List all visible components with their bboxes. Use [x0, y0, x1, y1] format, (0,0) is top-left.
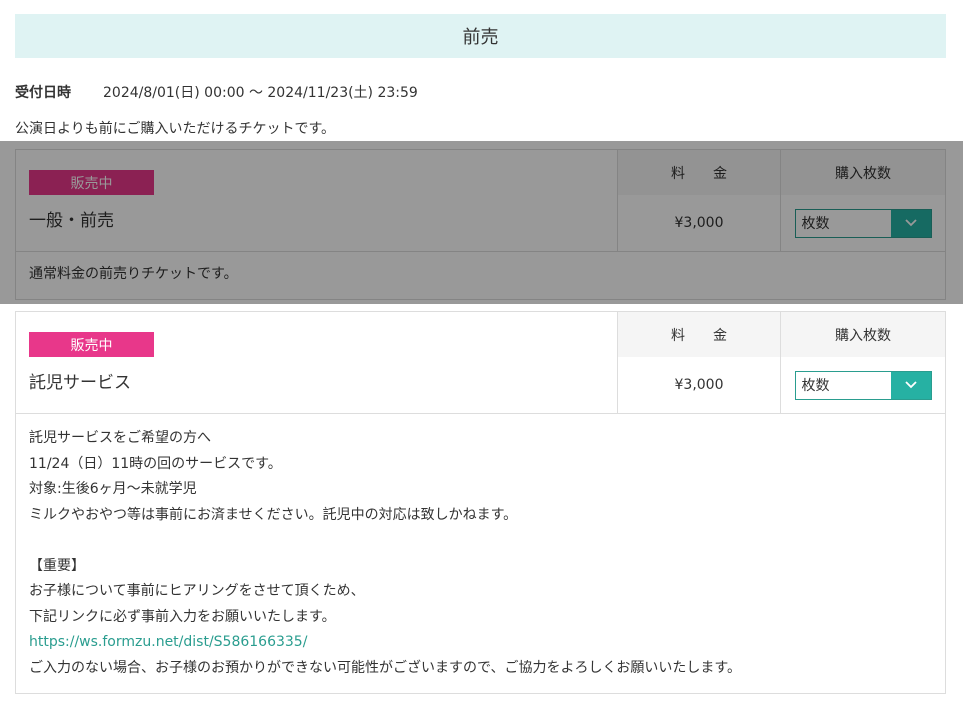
reception-period: 受付日時 2024/8/01(日) 00:00 〜 2024/11/23(土) …	[15, 82, 418, 102]
ticket-note: 託児サービスをご希望の方へ 11/24（日）11時の回のサービスです。 対象:生…	[16, 414, 945, 693]
quantity-header: 購入枚数	[781, 312, 945, 357]
note-line: お子様について事前にヒアリングをさせて頂くため、	[29, 583, 365, 599]
note-line: 対象:生後6ヶ月〜未就学児	[29, 481, 197, 497]
disabled-overlay	[0, 141, 963, 304]
form-link[interactable]: https://ws.formzu.net/dist/S586166335/	[29, 634, 307, 650]
quantity-select-value: 枚数	[801, 378, 830, 394]
ticket-name: 託児サービス	[29, 373, 131, 393]
ticket-card-childcare: 販売中 託児サービス 料 金 ¥3,000 購入枚数 枚数 託児サービスをご希望…	[15, 311, 946, 694]
note-line-blank	[29, 528, 932, 554]
note-line: ミルクやおやつ等は事前にお済ませください。託児中の対応は致しかねます。	[29, 506, 518, 523]
section-description: 公演日よりも前にご購入いただけるチケットです。	[15, 121, 336, 137]
on-sale-badge: 販売中	[29, 332, 154, 357]
note-line: 【重要】	[29, 557, 85, 574]
note-line: 託児サービスをご希望の方へ	[29, 430, 211, 446]
reception-label: 受付日時	[15, 85, 71, 101]
note-line: 下記リンクに必ず事前入力をお願いいたします。	[29, 608, 336, 625]
note-line: 11/24（日）11時の回のサービスです。	[29, 455, 282, 472]
section-title: 前売	[15, 14, 946, 58]
chevron-down-icon[interactable]	[890, 371, 931, 399]
reception-value: 2024/8/01(日) 00:00 〜 2024/11/23(土) 23:59	[103, 85, 418, 101]
note-line: ご入力のない場合、お子様のお預かりができない可能性がございますので、ご協力をよろ…	[29, 659, 742, 676]
price-column: 料 金 ¥3,000	[618, 312, 781, 413]
quantity-column: 購入枚数 枚数	[781, 312, 945, 413]
quantity-select[interactable]: 枚数	[794, 370, 932, 400]
ticket-name-cell: 販売中 託児サービス	[16, 312, 618, 413]
price-header: 料 金	[618, 312, 780, 357]
ticket-price: ¥3,000	[674, 377, 724, 393]
